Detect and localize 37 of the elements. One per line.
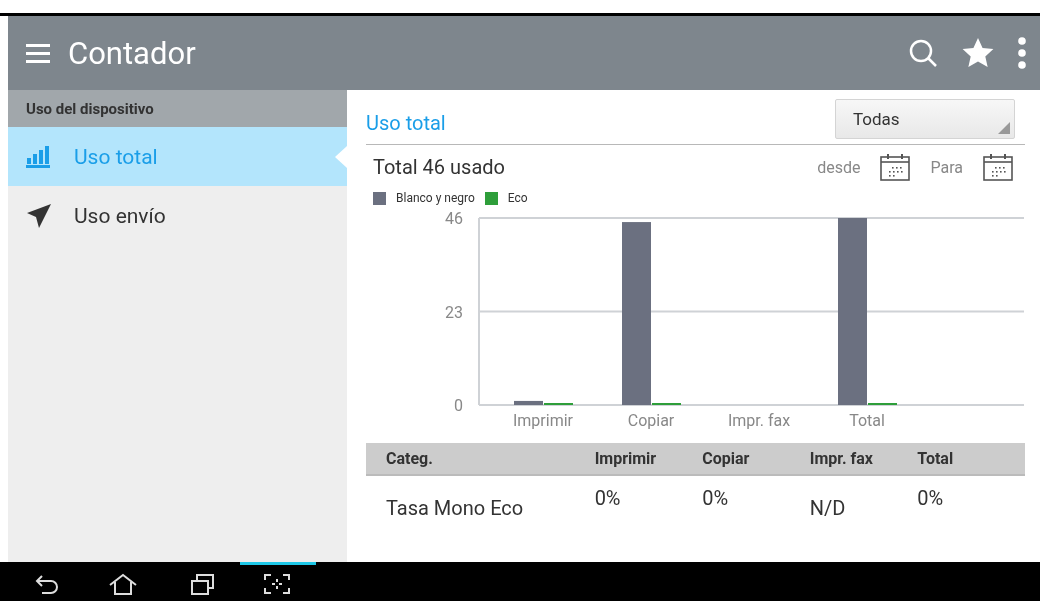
filter-dropdown[interactable]: Todas [835,98,1015,139]
sidebar-item[interactable]: Uso envío [8,186,347,245]
legend-label: Eco [507,191,528,205]
table-cell: 0% [917,475,1025,530]
column-header: Copiar [702,443,810,475]
table-cell: N/D [809,475,918,530]
axis-tick-label: 0 [454,396,463,415]
legend-label: Blanco y negro [396,191,475,205]
column-header: Categ. [366,443,595,475]
screenshot-icon[interactable] [262,572,292,596]
menu-icon[interactable] [26,43,50,63]
column-header: Imprimir [594,443,703,475]
table-cell: Tasa Mono Eco [366,475,595,530]
axis-category-label: Total [849,411,885,430]
column-header: Impr. fax [809,443,918,475]
panel-title: Uso total [366,110,446,135]
calendar-icon[interactable] [880,153,911,181]
section-header: Uso del dispositivo [8,90,347,127]
column-header: Total [917,443,1025,475]
star-icon[interactable] [962,38,994,68]
to-label: Para [930,157,963,177]
paper-plane-icon [26,202,52,229]
axis-tick-label: 46 [445,209,463,228]
app-title: Contador [68,34,197,72]
overflow-menu-icon[interactable] [1018,37,1026,69]
axis-category-label: Imprimir [513,411,573,430]
axis-category-label: Copiar [627,411,675,430]
home-icon[interactable] [108,572,138,596]
bar-chart-icon [26,145,52,168]
from-label: desde [817,157,861,177]
table-cell: 0% [702,475,810,530]
search-icon[interactable] [908,38,938,68]
axis-tick-label: 23 [445,302,463,322]
table-cell: 0% [594,475,703,530]
usage-total: Total 46 usado [373,155,506,179]
calendar-icon[interactable] [983,153,1013,181]
axis-category-label: Impr. fax [727,411,791,430]
